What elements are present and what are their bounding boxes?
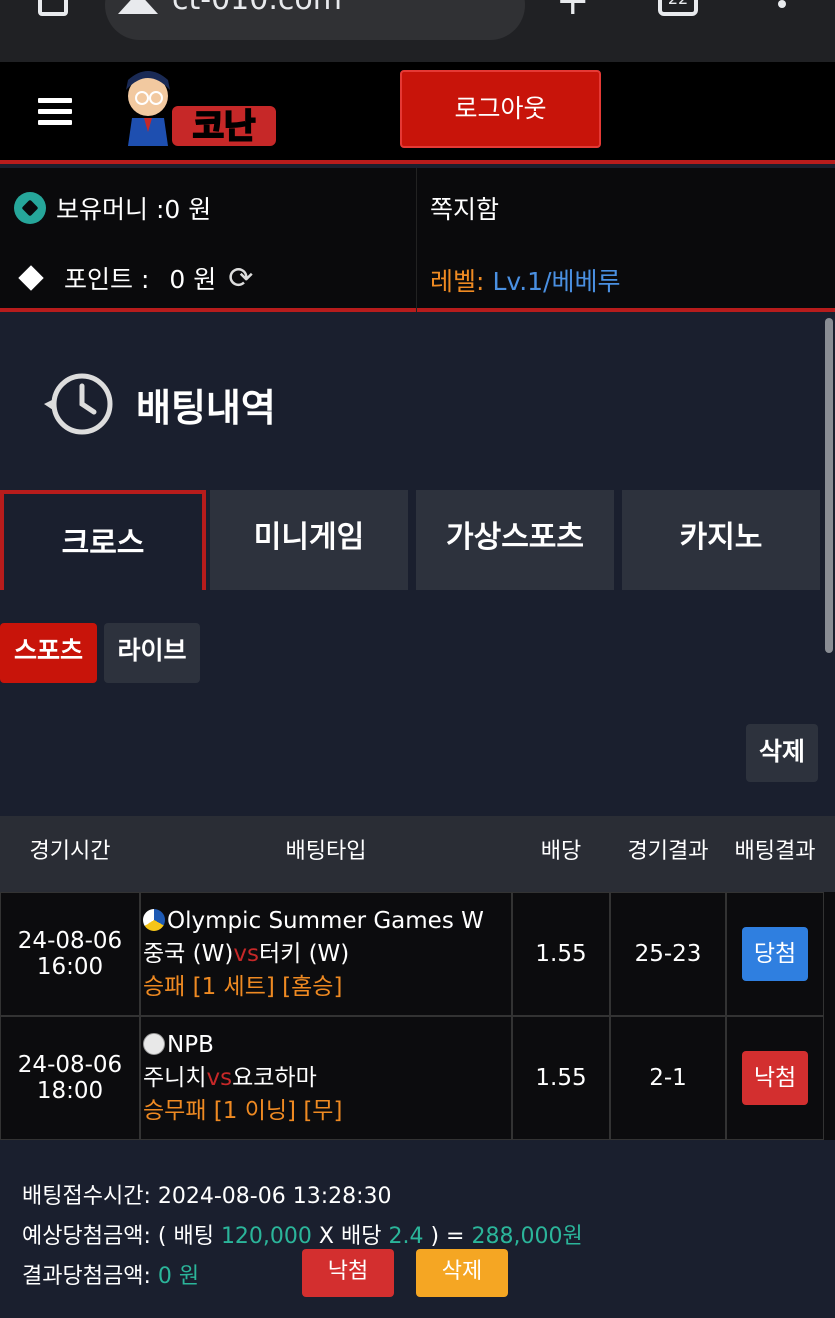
odds-value: 2.4 bbox=[388, 1224, 424, 1249]
level-value[interactable]: Lv.1/베베루 bbox=[492, 262, 620, 298]
odds-cell: 1.55 bbox=[512, 1016, 610, 1140]
bet-type: 승무패 [1 이닝] [무] bbox=[143, 1098, 343, 1124]
vs-label: vs bbox=[233, 941, 259, 967]
expected-value: 288,000원 bbox=[471, 1224, 583, 1249]
logout-button[interactable]: 로그아웃 bbox=[400, 70, 601, 148]
match-time: 16:00 bbox=[36, 954, 104, 980]
page-title: 배팅내역 bbox=[42, 370, 276, 438]
history-clock-icon bbox=[44, 373, 113, 435]
hamburger-menu-icon[interactable] bbox=[38, 98, 72, 126]
match-time-cell: 24-08-06 18:00 bbox=[0, 1016, 140, 1140]
divider bbox=[416, 168, 417, 312]
money-label: 보유머니 :0 원 bbox=[56, 195, 212, 224]
money-row: 보유머니 :0 원 bbox=[14, 190, 211, 226]
tab-minigame[interactable]: 미니게임 bbox=[210, 490, 408, 590]
site-header: 코난 로그아웃 bbox=[0, 62, 835, 164]
svg-text:코난: 코난 bbox=[193, 107, 256, 147]
subtab-live[interactable]: 라이브 bbox=[104, 623, 200, 683]
diamond-icon bbox=[18, 265, 44, 291]
bet-type: 승패 [1 세트] [홈승] bbox=[143, 974, 343, 1000]
result-badge-lose: 낙첨 bbox=[742, 1051, 808, 1105]
tab-cross[interactable]: 크로스 bbox=[0, 490, 206, 590]
home-team: 주니치 bbox=[143, 1065, 207, 1091]
page-title-text: 배팅내역 bbox=[136, 385, 276, 430]
league-name: NPB bbox=[167, 1032, 214, 1058]
bet-amount: 120,000 bbox=[220, 1224, 312, 1249]
column-header: 경기시간 bbox=[29, 839, 111, 864]
soccer-ball-icon bbox=[14, 192, 46, 224]
vs-label: vs bbox=[206, 1065, 233, 1091]
score-cell: 2-1 bbox=[610, 1016, 726, 1140]
status-lose-button[interactable]: 낙첨 bbox=[302, 1249, 394, 1297]
received-time-line: 배팅접수시간: 2024-08-06 13:28:30 bbox=[22, 1178, 392, 1210]
match-time-cell: 24-08-06 16:00 bbox=[0, 892, 140, 1016]
home-icon[interactable] bbox=[38, 0, 68, 16]
result-winnings-line: 결과당첨금액: 0 원 bbox=[22, 1258, 199, 1290]
points-row: 포인트 : 0 원 ⟳ bbox=[14, 260, 253, 296]
tab-count-icon[interactable]: 22 bbox=[658, 0, 698, 16]
level-row: 레벨: Lv.1/베베루 bbox=[430, 262, 621, 298]
result-label: 결과당첨금액: bbox=[22, 1264, 151, 1289]
column-header: 배당 bbox=[540, 839, 582, 864]
more-menu-icon[interactable] bbox=[778, 0, 786, 8]
column-header: 배팅결과 bbox=[734, 839, 816, 864]
expected-label: 예상당첨금액: bbox=[22, 1224, 151, 1249]
betting-history-section: 배팅내역 크로스 미니게임 가상스포츠 카지노 스포츠 라이브 삭제 경기시간 … bbox=[0, 316, 835, 1318]
away-team: 터키 (W) bbox=[258, 941, 350, 967]
table-row: 24-08-06 18:00 NPB 주니치vs요코하마 승무패 [1 이닝] … bbox=[0, 1016, 835, 1140]
bet-type-cell: NPB 주니치vs요코하마 승무패 [1 이닝] [무] bbox=[140, 1016, 512, 1140]
new-tab-icon[interactable]: + bbox=[556, 0, 590, 24]
column-header: 경기결과 bbox=[627, 839, 709, 864]
volleyball-icon bbox=[143, 909, 165, 931]
delete-bet-button[interactable]: 삭제 bbox=[416, 1249, 508, 1297]
received-label: 배팅접수시간: bbox=[22, 1184, 151, 1209]
table-header: 경기시간 배팅타입 배당 경기결과 배팅결과 bbox=[0, 816, 835, 892]
points-label: 포인트 : bbox=[64, 265, 150, 294]
account-info-panel: 보유머니 :0 원 포인트 : 0 원 ⟳ 쪽지함 레벨: Lv.1/베베루 bbox=[0, 168, 835, 312]
result-value: 0 원 bbox=[157, 1264, 200, 1289]
points-value: 0 원 bbox=[169, 265, 217, 294]
messages-link[interactable]: 쪽지함 bbox=[430, 190, 499, 226]
result-badge-win: 당첨 bbox=[742, 927, 808, 981]
odds-label: 배당 bbox=[341, 1224, 382, 1249]
baseball-icon bbox=[143, 1033, 165, 1055]
scrollbar[interactable] bbox=[825, 318, 833, 653]
warning-icon[interactable] bbox=[118, 0, 158, 14]
result-cell: 낙첨 bbox=[726, 1016, 824, 1140]
close-eq: ) = bbox=[430, 1224, 465, 1249]
open-paren: ( bbox=[157, 1224, 167, 1249]
match-time: 18:00 bbox=[36, 1078, 104, 1104]
url-text[interactable]: ct-010.com bbox=[172, 0, 342, 17]
tab-casino[interactable]: 카지노 bbox=[622, 490, 820, 590]
refresh-icon[interactable]: ⟳ bbox=[228, 261, 253, 296]
table-row: 24-08-06 16:00 Olympic Summer Games W 중국… bbox=[0, 892, 835, 1016]
league-name: Olympic Summer Games W bbox=[167, 908, 484, 934]
x-symbol: X bbox=[318, 1224, 334, 1249]
away-team: 요코하마 bbox=[232, 1065, 317, 1091]
match-date: 24-08-06 bbox=[17, 1052, 123, 1078]
result-cell: 당첨 bbox=[726, 892, 824, 1016]
match-date: 24-08-06 bbox=[17, 928, 123, 954]
score-cell: 25-23 bbox=[610, 892, 726, 1016]
column-header: 배팅타입 bbox=[285, 839, 367, 864]
odds-cell: 1.55 bbox=[512, 892, 610, 1016]
bet-type-cell: Olympic Summer Games W 중국 (W)vs터키 (W) 승패… bbox=[140, 892, 512, 1016]
tab-virtual-sports[interactable]: 가상스포츠 bbox=[416, 490, 614, 590]
level-label: 레벨: bbox=[430, 267, 485, 296]
delete-button[interactable]: 삭제 bbox=[746, 724, 818, 782]
conan-logo[interactable]: 코난 bbox=[112, 66, 280, 150]
subtab-sports[interactable]: 스포츠 bbox=[0, 623, 97, 683]
home-team: 중국 (W) bbox=[143, 941, 234, 967]
received-value: 2024-08-06 13:28:30 bbox=[157, 1184, 392, 1209]
expected-winnings-line: 예상당첨금액: ( 배팅 120,000 X 배당 2.4 ) = 288,00… bbox=[22, 1218, 583, 1250]
browser-toolbar: ct-010.com + 22 bbox=[0, 0, 835, 62]
bet-label: 배팅 bbox=[173, 1224, 214, 1249]
